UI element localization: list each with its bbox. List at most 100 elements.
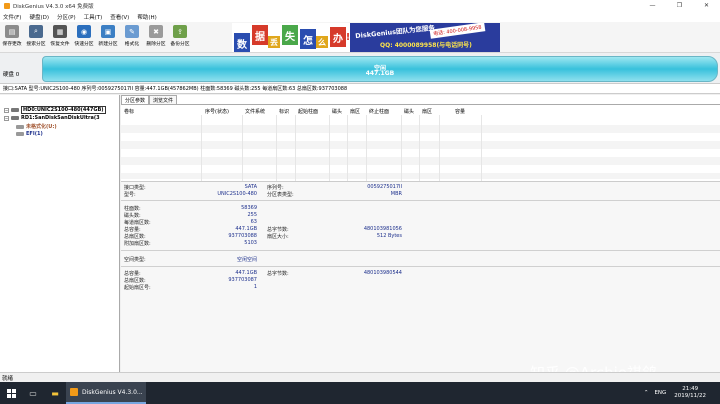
window-controls: — ❐ ✕	[639, 0, 720, 11]
column-divider	[201, 115, 202, 189]
column-header[interactable]: 卷标	[124, 108, 134, 115]
start-sector-value: 1	[253, 284, 257, 290]
collapse-icon[interactable]: −	[4, 107, 9, 113]
banner-panel: DiskGenius团队为您服务 电话: 400-008-9958 QQ: 40…	[350, 23, 500, 52]
column-header[interactable]: 文件系统	[245, 108, 265, 115]
main-panel: 分区参数 浏览文件 卷标 序号(状态) 文件系统 标识 起始柱面 磁头 扇区 终…	[121, 95, 720, 372]
free-sectors-label: 总扇区数:	[124, 278, 146, 284]
tree-item-label: RD1:SanDiskSanDiskUltra(3	[21, 115, 100, 121]
quick-partition-button[interactable]: ◉ 快速分区	[72, 22, 96, 53]
tree-item-label: 未格式化(U:)	[26, 124, 57, 130]
format-button[interactable]: ✎ 格式化	[120, 22, 144, 53]
banner-phone: 电话: 400-008-9958	[429, 23, 486, 39]
backup-partition-button[interactable]: ⇪ 备份分区	[168, 22, 192, 53]
tree-item-unformatted[interactable]: 未格式化(U:)	[16, 123, 57, 130]
backup-icon: ⇪	[173, 25, 187, 38]
status-text: 就绪	[2, 375, 14, 382]
capacity-label: 总容量:	[124, 227, 141, 233]
interface-type-value: SATA	[244, 184, 257, 190]
app-icon	[4, 2, 10, 9]
disk-free-space-block[interactable]: 空闲 447.1GB	[42, 56, 718, 82]
start-button[interactable]	[0, 382, 22, 404]
tab-browse-files[interactable]: 浏览文件	[149, 95, 178, 104]
free-bytes-value: 480103980544	[363, 270, 402, 276]
input-language[interactable]: ENG	[654, 390, 666, 396]
tree-item-rd1[interactable]: − RD1:SanDiskSanDiskUltra(3	[4, 115, 100, 121]
total-sectors-value: 937703088	[228, 233, 257, 239]
collapse-icon[interactable]: −	[4, 115, 9, 121]
status-bar: 就绪	[0, 372, 720, 382]
tree-item-hd0[interactable]: − HD0:UNIC2S100-480(447GB)	[4, 106, 106, 114]
banner-char: 失	[282, 25, 298, 45]
column-header[interactable]: 起始柱面	[298, 108, 318, 115]
total-sectors-label: 总扇区数:	[124, 234, 146, 240]
column-header[interactable]: 容量	[455, 108, 465, 115]
partition-icon	[16, 124, 24, 129]
column-divider	[366, 115, 367, 189]
banner-char: 丢	[268, 36, 280, 48]
menu-view[interactable]: 查看(V)	[110, 13, 129, 21]
minimize-button[interactable]: —	[639, 0, 666, 11]
column-header[interactable]: 标识	[279, 108, 289, 115]
save-icon: ▤	[5, 25, 19, 38]
column-divider	[276, 115, 277, 189]
partition-style-value: MBR	[390, 191, 402, 197]
partition-icon	[16, 132, 24, 136]
column-header[interactable]: 扇区	[422, 108, 432, 115]
space-type-label: 空间类型:	[124, 257, 146, 263]
search-partition-button[interactable]: ⌕ 搜索分区	[24, 22, 48, 53]
task-view-icon[interactable]: ▭	[22, 382, 44, 404]
search-partition-label: 搜索分区	[26, 42, 46, 47]
tab-bar: 分区参数 浏览文件	[121, 95, 720, 105]
column-header[interactable]: 终止柱面	[369, 108, 389, 115]
menu-disk[interactable]: 硬盘(D)	[29, 13, 49, 21]
windows-logo-icon	[6, 388, 16, 398]
recover-files-button[interactable]: ▦ 恢复文件	[48, 22, 72, 53]
space-type-value: 空闲空间	[236, 257, 257, 263]
menu-tools[interactable]: 工具(T)	[84, 13, 103, 21]
menu-help[interactable]: 帮助(H)	[137, 13, 156, 21]
save-changes-button[interactable]: ▤ 保存更改	[0, 22, 24, 53]
sector-size-label: 扇区大小:	[267, 234, 289, 240]
banner-brand: DiskGenius团队为您服务	[354, 23, 436, 41]
new-partition-button[interactable]: ▣ 新建分区	[96, 22, 120, 53]
disk-icon	[11, 108, 19, 112]
sectors-per-track-value: 63	[250, 219, 257, 225]
free-capacity-value: 447.1GB	[235, 270, 257, 276]
tab-partition-params[interactable]: 分区参数	[121, 95, 150, 104]
format-label: 格式化	[124, 42, 140, 47]
title-bar: DiskGenius V4.3.0 x64 免费版	[0, 0, 720, 11]
column-divider	[439, 115, 440, 189]
clock[interactable]: 21:49 2019/11/22	[674, 386, 706, 400]
disk-info-bar: 接口:SATA 型号:UNIC2S100-480 序列号:0059275017I…	[0, 84, 720, 94]
extra-sectors-label: 附加扇区数:	[124, 241, 151, 247]
delete-partition-button[interactable]: ✖ 删除分区	[144, 22, 168, 53]
ad-banner[interactable]: 数 据 丢 失 怎 么 办 ! DiskGenius团队为您服务 电话: 400…	[232, 23, 500, 52]
menu-partition[interactable]: 分区(P)	[57, 13, 76, 21]
maximize-button[interactable]: ❐	[666, 0, 693, 11]
clock-time: 21:49	[682, 386, 699, 392]
divider	[121, 200, 720, 201]
partition-table: 卷标 序号(状态) 文件系统 标识 起始柱面 磁头 扇区 终止柱面 磁头 扇区 …	[121, 105, 720, 189]
extra-sectors-value: 5103	[244, 240, 257, 246]
menu-file[interactable]: 文件(F)	[3, 13, 21, 21]
column-header[interactable]: 扇区	[350, 108, 360, 115]
column-header[interactable]: 序号(状态)	[205, 108, 229, 115]
partition-rows	[121, 117, 720, 179]
banner-char: 么	[316, 36, 328, 48]
column-header[interactable]: 磁头	[332, 108, 342, 115]
format-icon: ✎	[125, 25, 139, 38]
interface-type-label: 接口类型:	[124, 185, 146, 191]
close-button[interactable]: ✕	[693, 0, 720, 11]
search-icon: ⌕	[29, 25, 43, 38]
file-explorer-icon[interactable]: ▬	[44, 382, 66, 404]
quick-partition-label: 快速分区	[74, 42, 94, 47]
column-header[interactable]: 磁头	[404, 108, 414, 115]
banner-char: 怎	[300, 29, 316, 49]
disk-icon	[11, 116, 19, 120]
taskbar-app-diskgenius[interactable]: DiskGenius V4.3.0...	[66, 382, 146, 404]
total-bytes-value: 480103981056	[363, 226, 402, 232]
tree-item-efi[interactable]: EFI(1)	[16, 131, 43, 137]
new-partition-icon: ▣	[101, 25, 115, 38]
chevron-up-icon[interactable]: ⌃	[644, 390, 649, 396]
